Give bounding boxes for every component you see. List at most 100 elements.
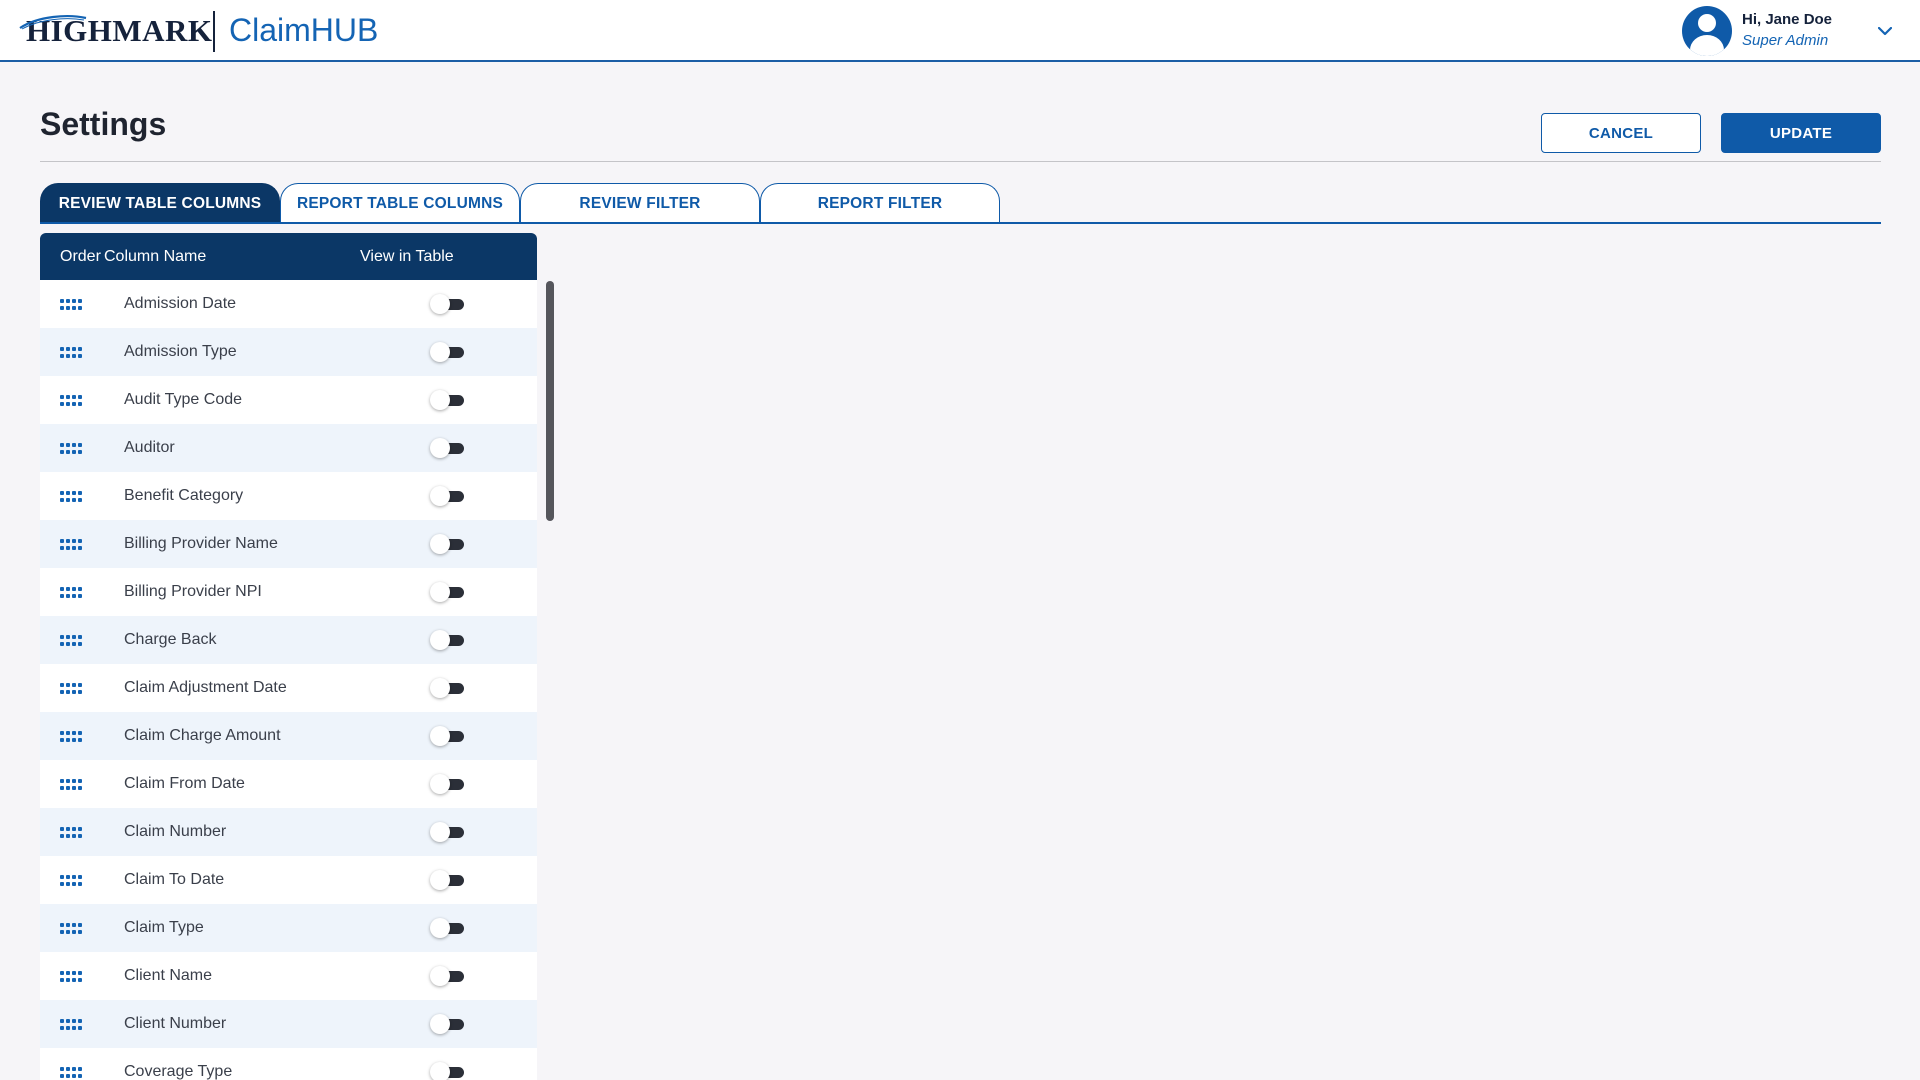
table-row: Charge Back: [40, 616, 537, 664]
row-view-cell: [430, 1014, 537, 1034]
drag-handle-icon[interactable]: [60, 778, 82, 790]
view-in-table-toggle[interactable]: [430, 294, 466, 314]
drag-handle-icon[interactable]: [60, 442, 82, 454]
row-view-cell: [430, 342, 537, 362]
drag-handle-icon[interactable]: [60, 538, 82, 550]
row-order-cell: [40, 682, 124, 694]
title-divider: [40, 161, 1881, 162]
view-in-table-toggle[interactable]: [430, 582, 466, 602]
view-in-table-toggle[interactable]: [430, 678, 466, 698]
row-order-cell: [40, 874, 124, 886]
header-view-in-table: View in Table: [360, 247, 454, 265]
column-name: Audit Type Code: [124, 391, 243, 408]
drag-handle-icon[interactable]: [60, 922, 82, 934]
drag-handle-icon[interactable]: [60, 970, 82, 982]
drag-handle-icon[interactable]: [60, 586, 82, 598]
table-row: Claim Adjustment Date: [40, 664, 537, 712]
column-name: Auditor: [124, 439, 175, 456]
page-title: Settings: [40, 106, 167, 142]
row-view-cell: [430, 822, 537, 842]
view-in-table-toggle[interactable]: [430, 438, 466, 458]
chevron-down-icon[interactable]: [1874, 20, 1896, 42]
column-name: Claim From Date: [124, 775, 245, 792]
column-name: Claim Number: [124, 823, 227, 840]
tab-review-table-columns[interactable]: REVIEW TABLE COLUMNS: [40, 183, 280, 223]
user-menu[interactable]: Hi, Jane Doe Super Admin: [1682, 6, 1896, 56]
highmark-logo[interactable]: HIGHMARK: [18, 10, 213, 52]
drag-handle-icon[interactable]: [60, 826, 82, 838]
row-view-cell: [430, 870, 537, 890]
view-in-table-toggle[interactable]: [430, 726, 466, 746]
update-button[interactable]: UPDATE: [1721, 113, 1881, 153]
row-view-cell: [430, 486, 537, 506]
column-name: Claim Charge Amount: [124, 727, 281, 744]
view-in-table-toggle[interactable]: [430, 1014, 466, 1034]
table-row: Claim Charge Amount: [40, 712, 537, 760]
user-role: Super Admin: [1742, 32, 1829, 49]
logo-swoosh-icon: [19, 15, 87, 30]
row-view-cell: [430, 630, 537, 650]
row-view-cell: [430, 918, 537, 938]
table-row: Client Number: [40, 1000, 537, 1048]
drag-handle-icon[interactable]: [60, 874, 82, 886]
row-view-cell: [430, 774, 537, 794]
row-order-cell: [40, 538, 124, 550]
column-name: Claim Adjustment Date: [124, 679, 287, 696]
view-in-table-toggle[interactable]: [430, 918, 466, 938]
column-name: Coverage Type: [124, 1063, 233, 1080]
view-in-table-toggle[interactable]: [430, 870, 466, 890]
tab-review-filter[interactable]: REVIEW FILTER: [520, 183, 760, 223]
tab-report-table-columns[interactable]: REPORT TABLE COLUMNS: [280, 183, 520, 223]
tabs-divider: [40, 222, 1881, 224]
view-in-table-toggle[interactable]: [430, 342, 466, 362]
table-row: Claim To Date: [40, 856, 537, 904]
table-row: Benefit Category: [40, 472, 537, 520]
table-row: Billing Provider NPI: [40, 568, 537, 616]
row-order-cell: [40, 970, 124, 982]
drag-handle-icon[interactable]: [60, 298, 82, 310]
column-name: Client Number: [124, 1015, 227, 1032]
view-in-table-toggle[interactable]: [430, 822, 466, 842]
view-in-table-toggle[interactable]: [430, 1062, 466, 1080]
table-header: Order Column Name View in Table: [40, 233, 537, 280]
column-name: Billing Provider NPI: [124, 583, 262, 600]
table-row: Client Name: [40, 952, 537, 1000]
column-name: Claim Type: [124, 919, 204, 936]
row-view-cell: [430, 390, 537, 410]
drag-handle-icon[interactable]: [60, 730, 82, 742]
table-scrollbar[interactable]: [546, 281, 554, 521]
view-in-table-toggle[interactable]: [430, 630, 466, 650]
table-row: Auditor: [40, 424, 537, 472]
drag-handle-icon[interactable]: [60, 634, 82, 646]
view-in-table-toggle[interactable]: [430, 486, 466, 506]
row-order-cell: [40, 730, 124, 742]
row-view-cell: [430, 678, 537, 698]
view-in-table-toggle[interactable]: [430, 966, 466, 986]
drag-handle-icon[interactable]: [60, 1066, 82, 1078]
column-name: Admission Type: [124, 343, 237, 360]
drag-handle-icon[interactable]: [60, 682, 82, 694]
columns-table: Order Column Name View in Table Admissio…: [40, 233, 537, 1080]
row-order-cell: [40, 778, 124, 790]
user-greeting: Hi, Jane Doe: [1742, 11, 1833, 28]
column-name: Claim To Date: [124, 871, 225, 888]
tab-report-filter[interactable]: REPORT FILTER: [760, 183, 1000, 223]
table-row: Claim From Date: [40, 760, 537, 808]
row-order-cell: [40, 586, 124, 598]
drag-handle-icon[interactable]: [60, 394, 82, 406]
row-order-cell: [40, 490, 124, 502]
user-avatar-icon: [1682, 6, 1732, 56]
drag-handle-icon[interactable]: [60, 1018, 82, 1030]
header-order: Order: [60, 247, 101, 265]
row-order-cell: [40, 1066, 124, 1078]
row-order-cell: [40, 394, 124, 406]
row-order-cell: [40, 298, 124, 310]
view-in-table-toggle[interactable]: [430, 534, 466, 554]
cancel-button[interactable]: CANCEL: [1541, 113, 1701, 153]
view-in-table-toggle[interactable]: [430, 774, 466, 794]
view-in-table-toggle[interactable]: [430, 390, 466, 410]
drag-handle-icon[interactable]: [60, 490, 82, 502]
row-view-cell: [430, 966, 537, 986]
row-order-cell: [40, 1018, 124, 1030]
drag-handle-icon[interactable]: [60, 346, 82, 358]
